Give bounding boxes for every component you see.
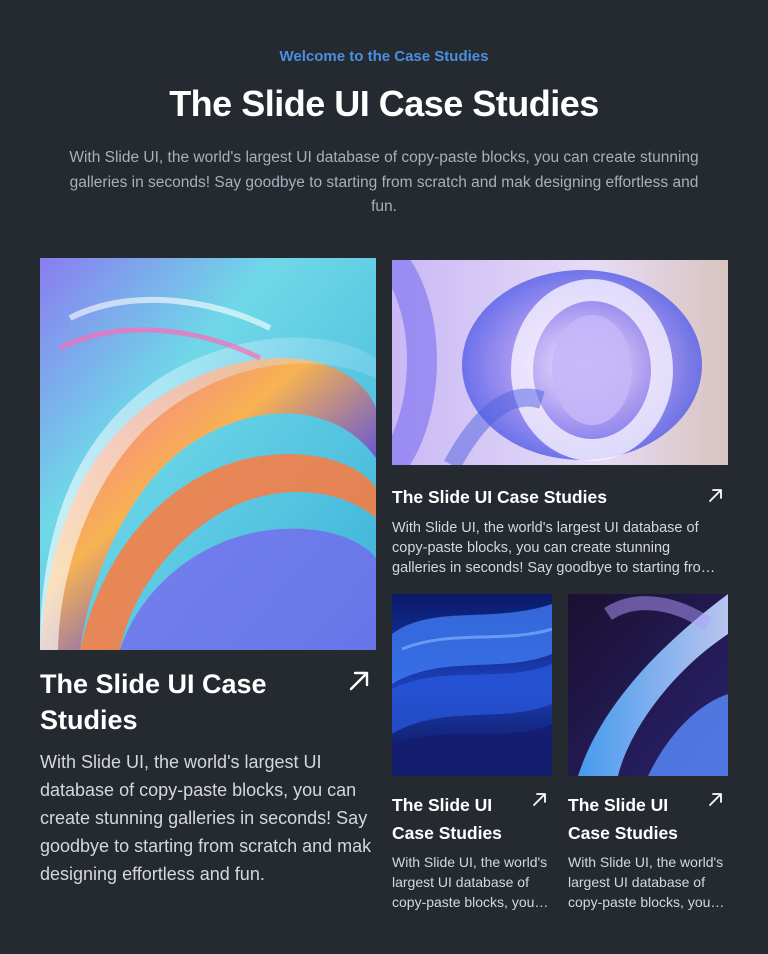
card-image	[40, 258, 376, 650]
arrow-up-right-icon[interactable]	[708, 792, 723, 807]
card-title[interactable]: The Slide UI Case Studies	[392, 791, 522, 847]
arrow-up-right-icon[interactable]	[348, 670, 370, 692]
card-description: With Slide UI, the world's largest UI da…	[392, 520, 713, 576]
card-title[interactable]: The Slide UI Case Studies	[392, 486, 692, 508]
card-description: With Slide UI, the world's largest UI da…	[568, 854, 724, 910]
card-image	[392, 594, 552, 776]
page-subtitle: With Slide UI, the world's largest UI da…	[69, 149, 699, 215]
card-image	[392, 260, 728, 465]
arrow-up-right-icon[interactable]	[532, 792, 547, 807]
case-study-card-small[interactable]: The Slide UI Case Studies With Slide UI,…	[392, 594, 552, 914]
card-description: With Slide UI, the world's largest UI da…	[392, 854, 548, 910]
card-image	[568, 594, 728, 776]
arrow-up-right-icon[interactable]	[708, 488, 723, 503]
page-title: The Slide UI Case Studies	[169, 83, 599, 124]
case-study-card-featured[interactable]: The Slide UI Case Studies With Slide UI,…	[40, 258, 376, 918]
case-study-card-small[interactable]: The Slide UI Case Studies With Slide UI,…	[568, 594, 728, 914]
card-title[interactable]: The Slide UI Case Studies	[568, 791, 698, 847]
eyebrow-label: Welcome to the Case Studies	[279, 48, 489, 65]
card-title[interactable]: The Slide UI Case Studies	[40, 666, 330, 738]
case-study-card-wide[interactable]: The Slide UI Case Studies With Slide UI,…	[392, 260, 728, 580]
card-description: With Slide UI, the world's largest UI da…	[40, 752, 372, 884]
